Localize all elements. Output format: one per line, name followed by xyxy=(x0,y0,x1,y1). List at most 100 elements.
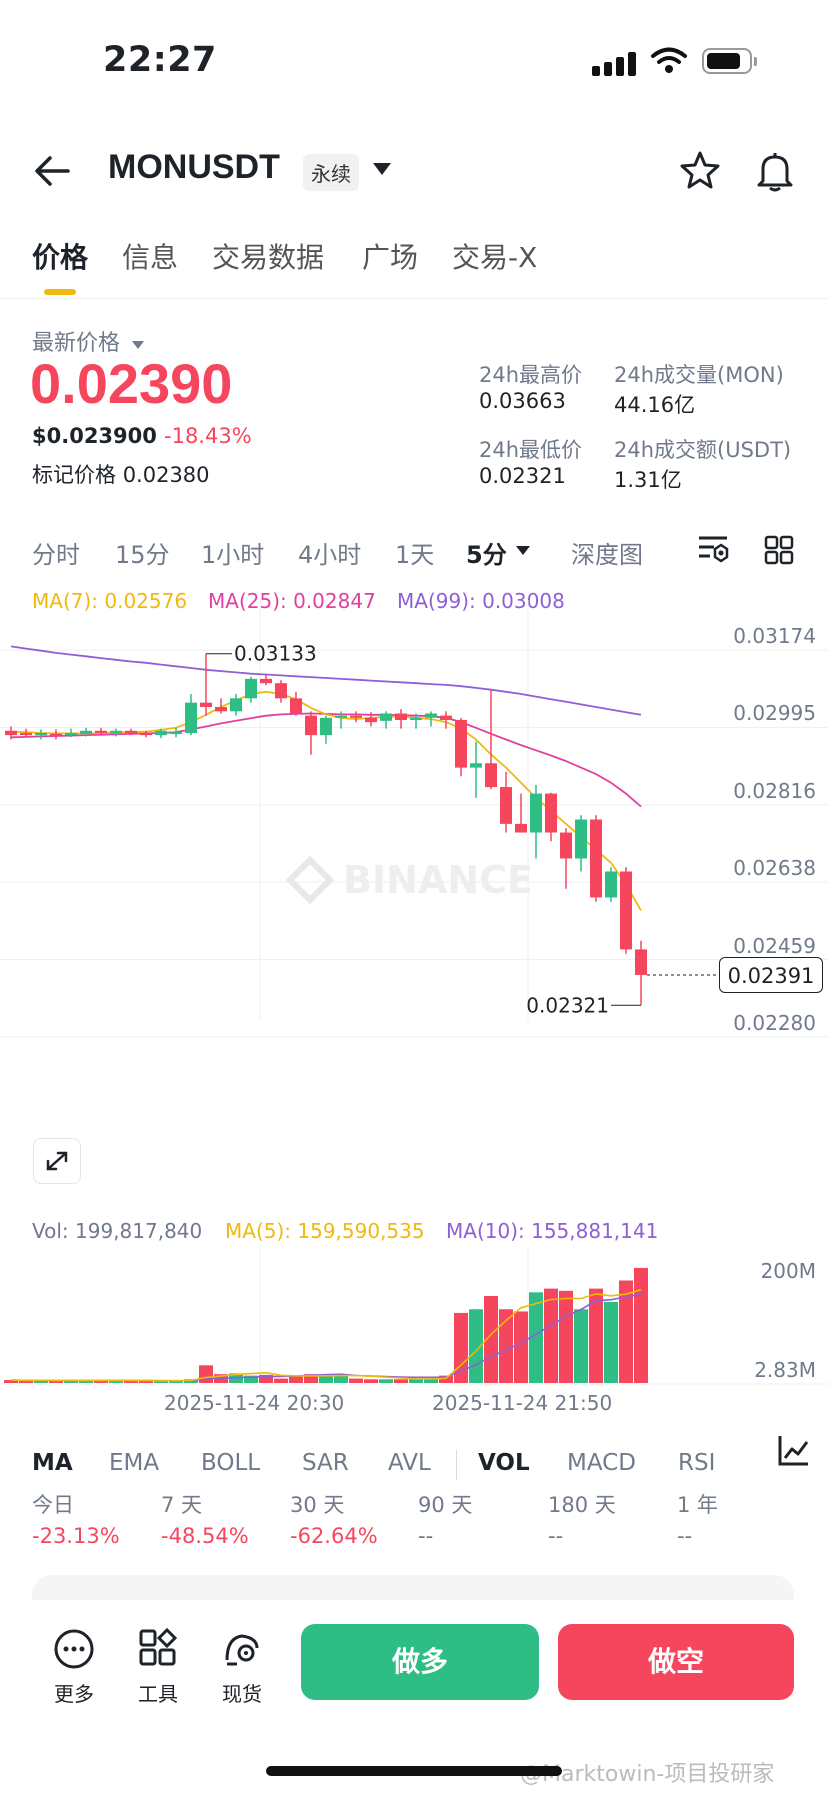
price-axis-label: 0.02638 xyxy=(733,856,816,881)
candle-body xyxy=(35,732,47,736)
return-period-value: -- xyxy=(677,1524,693,1548)
return-period-value: -48.54% xyxy=(161,1524,249,1548)
price-axis-label: 0.02459 xyxy=(733,933,816,958)
candle-body xyxy=(125,730,137,733)
volume-24h-value: 44.16亿 xyxy=(614,393,696,417)
spot-button[interactable]: 现货 xyxy=(212,1628,272,1707)
candle-body xyxy=(95,730,107,733)
indicator-vol[interactable]: VOL xyxy=(478,1450,530,1476)
candle-body xyxy=(515,823,527,833)
candle-body xyxy=(455,719,467,768)
contract-type-badge[interactable]: 永续 xyxy=(303,154,359,191)
depth-chart-tab[interactable]: 深度图 xyxy=(571,535,643,570)
volume-bar xyxy=(349,1378,363,1383)
candle-body xyxy=(395,713,407,720)
return-period-label: 今日 xyxy=(32,1493,74,1517)
volume-chart[interactable] xyxy=(0,1245,828,1415)
candle-body xyxy=(110,730,122,733)
interval-5m[interactable]: 5分 xyxy=(466,535,507,570)
candle-body xyxy=(245,678,257,699)
candle-body xyxy=(185,702,197,733)
candle-body xyxy=(50,733,62,736)
turnover-24h-value: 1.31亿 xyxy=(614,468,682,492)
spot-label: 现货 xyxy=(222,1682,262,1706)
candle-body xyxy=(260,678,272,684)
return-period-value: -23.13% xyxy=(32,1524,120,1548)
volume-ma10-legend: MA(10): 155,881,141 xyxy=(446,1219,659,1243)
candle-body xyxy=(290,698,302,714)
volume-bar xyxy=(289,1376,303,1383)
candle-body xyxy=(215,706,227,712)
tab-price[interactable]: 价格 xyxy=(32,236,88,276)
tools-icon xyxy=(139,1627,178,1666)
indicator-ma[interactable]: MA xyxy=(32,1450,73,1476)
volume-legend: Vol: 199,817,840 xyxy=(32,1219,203,1243)
candlestick-chart[interactable]: BINANCE 0.03133 0.02321 xyxy=(0,600,828,1220)
short-button[interactable]: 做空 xyxy=(558,1624,794,1700)
interval-4h[interactable]: 4小时 xyxy=(298,535,361,570)
candle-body xyxy=(590,819,602,898)
volume-bar xyxy=(574,1309,588,1383)
price-type-dropdown-icon[interactable] xyxy=(131,340,145,350)
return-period-label: 180 天 xyxy=(548,1493,616,1517)
low-price-annotation: 0.02321 xyxy=(526,993,609,1017)
indicator-avl[interactable]: AVL xyxy=(388,1450,431,1476)
volume-ma5-legend: MA(5): 159,590,535 xyxy=(225,1219,425,1243)
return-period-value: -- xyxy=(548,1524,564,1548)
tab-info[interactable]: 信息 xyxy=(122,236,178,276)
interval-timeline[interactable]: 分时 xyxy=(32,535,80,570)
symbol-title[interactable]: MONUSDT xyxy=(108,148,280,187)
chart-settings-icon[interactable] xyxy=(696,533,730,565)
volume-bar xyxy=(634,1267,648,1383)
return-period-label: 30 天 xyxy=(290,1493,345,1517)
price-axis-label: 0.02816 xyxy=(733,778,816,803)
favorite-star-icon[interactable] xyxy=(680,150,720,190)
expand-chart-button[interactable] xyxy=(33,1138,81,1184)
x-axis-label: 2025-11-24 20:30 xyxy=(164,1391,345,1415)
status-time: 22:27 xyxy=(103,40,217,80)
layout-grid-icon[interactable] xyxy=(764,535,794,565)
cellular-signal-icon xyxy=(592,50,640,76)
interval-dropdown-icon[interactable] xyxy=(515,545,531,556)
indicator-rsi[interactable]: RSI xyxy=(678,1450,715,1476)
watermark-text: BINANCE xyxy=(343,858,533,902)
candle-body xyxy=(425,713,437,718)
symbol-dropdown-icon[interactable] xyxy=(372,162,392,176)
low-24h-label: 24h最低价 xyxy=(479,438,583,462)
volume-bar xyxy=(364,1379,378,1383)
indicator-settings-icon[interactable] xyxy=(776,1432,812,1468)
indicator-ema[interactable]: EMA xyxy=(109,1450,159,1476)
volume-bar xyxy=(559,1290,573,1383)
interval-1d[interactable]: 1天 xyxy=(395,535,434,570)
indicator-divider xyxy=(456,1450,457,1480)
tab-square[interactable]: 广场 xyxy=(362,236,418,276)
indicator-sar[interactable]: SAR xyxy=(302,1450,349,1476)
volume-bar xyxy=(394,1379,408,1383)
tab-trade-x[interactable]: 交易-X xyxy=(452,236,537,276)
indicator-macd[interactable]: MACD xyxy=(567,1450,636,1476)
price-axis-label: 0.02280 xyxy=(733,1011,816,1035)
spot-icon xyxy=(225,1634,259,1666)
active-tab-indicator xyxy=(44,289,76,295)
interval-1h[interactable]: 1小时 xyxy=(201,535,264,570)
interval-15m[interactable]: 15分 xyxy=(115,535,170,570)
candle-body xyxy=(440,715,452,720)
back-arrow-icon[interactable] xyxy=(32,154,72,188)
candle-body xyxy=(335,715,347,718)
return-period-label: 7 天 xyxy=(161,1493,203,1517)
chart-grid xyxy=(0,600,828,1038)
tools-button[interactable]: 工具 xyxy=(128,1627,188,1707)
high-24h-label: 24h最高价 xyxy=(479,363,583,387)
return-period-label: 1 年 xyxy=(677,1493,719,1517)
tab-trading-data[interactable]: 交易数据 xyxy=(212,236,324,276)
candle-body xyxy=(560,832,572,859)
volume-bar xyxy=(379,1379,393,1383)
alert-bell-icon[interactable] xyxy=(755,150,795,192)
volume-bar xyxy=(514,1311,528,1383)
long-button[interactable]: 做多 xyxy=(301,1624,539,1700)
more-button[interactable]: 更多 xyxy=(44,1628,104,1707)
expand-icon xyxy=(46,1151,68,1171)
volume-bar xyxy=(604,1301,618,1383)
indicator-boll[interactable]: BOLL xyxy=(201,1450,260,1476)
candle-body xyxy=(620,871,632,950)
